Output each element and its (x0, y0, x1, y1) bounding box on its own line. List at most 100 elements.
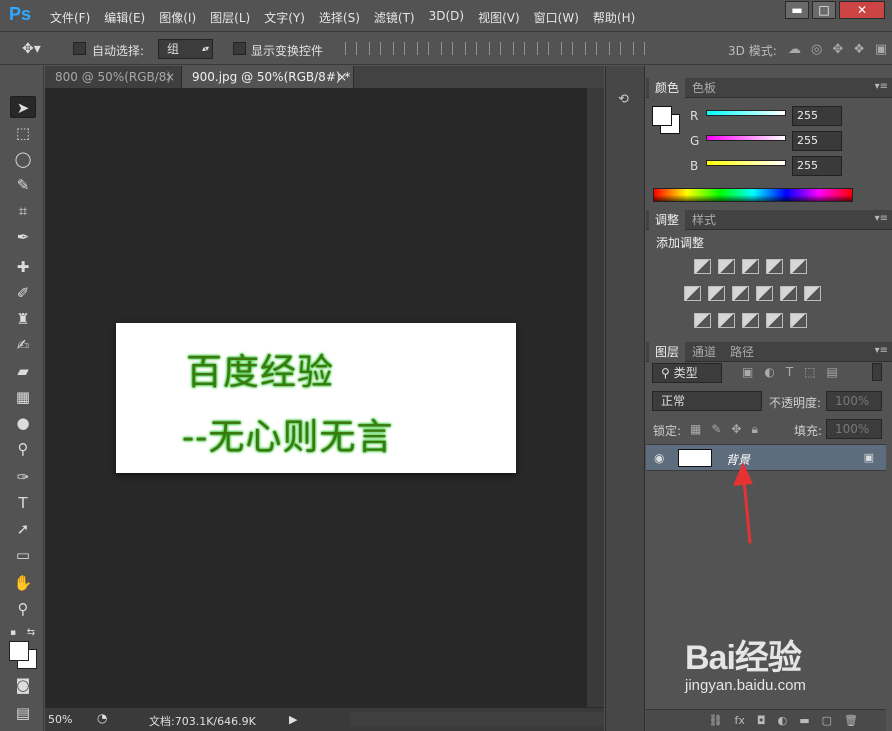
hue-saturation-icon[interactable] (684, 286, 701, 301)
gradient-tool-icon[interactable]: ▦ (10, 386, 36, 408)
menu-select[interactable]: 选择(S) (319, 9, 360, 26)
panel-menu-icon[interactable]: ▾≡ (875, 81, 888, 92)
healing-brush-tool-icon[interactable]: ✚ (10, 256, 36, 278)
g-value[interactable]: 255 (792, 131, 842, 151)
black-white-icon[interactable] (732, 286, 749, 301)
new-adjustment-icon[interactable]: ◐ (778, 714, 788, 727)
align-bottom-icon[interactable] (393, 42, 405, 55)
foreground-color-swatch[interactable] (9, 641, 29, 661)
channel-mixer-icon[interactable] (780, 286, 797, 301)
tab-color[interactable]: 颜色 (649, 78, 686, 98)
path-select-tool-icon[interactable]: ➚ (10, 518, 36, 540)
menu-layer[interactable]: 图层(L) (210, 9, 250, 26)
panel-menu-icon[interactable]: ▾≡ (875, 345, 888, 356)
align-top-icon[interactable] (345, 42, 357, 55)
blur-tool-icon[interactable]: ● (10, 412, 36, 434)
clone-stamp-tool-icon[interactable]: ♜ (10, 308, 36, 330)
quick-mask-icon[interactable]: ◙ (10, 674, 36, 696)
g-slider[interactable] (706, 135, 786, 141)
status-menu-arrow-icon[interactable]: ▶ (289, 713, 297, 726)
rectangle-tool-icon[interactable]: ▭ (10, 544, 36, 566)
filter-adjustment-icon[interactable]: ◐ (764, 365, 774, 379)
filter-type-icon[interactable]: T (786, 365, 793, 379)
align-left-icon[interactable] (417, 42, 429, 55)
brightness-icon[interactable] (694, 259, 711, 274)
link-layers-icon[interactable]: ⛓ (709, 714, 723, 727)
tab-adjustments[interactable]: 调整 (649, 210, 686, 230)
menu-filter[interactable]: 滤镜(T) (374, 9, 415, 26)
close-window-button[interactable]: ✕ (839, 1, 885, 19)
layer-row-background[interactable]: ◉ 背景 ▣ (646, 444, 886, 471)
tab-paths[interactable]: 路径 (724, 342, 760, 362)
pen-tool-icon[interactable]: ✑ (10, 466, 36, 488)
vertical-scrollbar[interactable] (587, 88, 604, 707)
menu-edit[interactable]: 编辑(E) (104, 9, 145, 26)
zoom-level[interactable]: 50% (48, 713, 72, 726)
curves-icon[interactable] (742, 259, 759, 274)
tab-close-icon[interactable]: × (165, 66, 175, 88)
tab-900[interactable]: 900.jpg @ 50%(RGB/8#) * × (182, 66, 354, 88)
3d-pan-icon[interactable]: ✥ (832, 42, 843, 57)
minimize-button[interactable]: ▬ (785, 1, 809, 19)
posterize-icon[interactable] (718, 313, 735, 328)
hand-tool-icon[interactable]: ✋ (10, 572, 36, 594)
crop-tool-icon[interactable]: ⌗ (10, 200, 36, 222)
distribute-bottom-icon[interactable] (537, 42, 549, 55)
invert-icon[interactable] (694, 313, 711, 328)
fill-input[interactable]: 100% (826, 419, 882, 439)
auto-select-checkbox[interactable] (73, 42, 86, 55)
photo-filter-icon[interactable] (756, 286, 773, 301)
filter-pixel-icon[interactable]: ▣ (742, 365, 753, 379)
lock-pixels-icon[interactable]: ✎ (711, 422, 721, 437)
color-fg-swatch[interactable] (652, 106, 672, 126)
delete-layer-icon[interactable]: 🗑︎ (844, 714, 858, 727)
3d-slide-icon[interactable]: ❖ (853, 42, 865, 57)
menu-type[interactable]: 文字(Y) (264, 9, 305, 26)
lasso-tool-icon[interactable]: ◯ (10, 148, 36, 170)
menu-file[interactable]: 文件(F) (50, 9, 90, 26)
menu-3d[interactable]: 3D(D) (429, 9, 464, 26)
document-canvas[interactable]: 百度经验 --无心则无言 (116, 323, 516, 473)
levels-icon[interactable] (718, 259, 735, 274)
distribute-top-icon[interactable] (489, 42, 501, 55)
threshold-icon[interactable] (742, 313, 759, 328)
distribute-hcenter-icon[interactable] (585, 42, 597, 55)
zoom-tool-icon[interactable]: ⚲ (10, 598, 36, 620)
b-value[interactable]: 255 (792, 156, 842, 176)
menu-window[interactable]: 窗口(W) (534, 9, 579, 26)
gradient-map-icon[interactable] (790, 313, 807, 328)
color-balance-icon[interactable] (708, 286, 725, 301)
menu-image[interactable]: 图像(I) (159, 9, 196, 26)
move-tool-preset-icon[interactable]: ✥▾ (22, 41, 41, 57)
quick-select-tool-icon[interactable]: ✎ (10, 174, 36, 196)
color-lookup-icon[interactable] (804, 286, 821, 301)
visibility-eye-icon[interactable]: ◉ (654, 451, 664, 465)
maximize-button[interactable]: □ (812, 1, 836, 19)
tab-close-icon[interactable]: × (337, 66, 347, 88)
layer-filter-dropdown[interactable]: ⚲ 类型 (652, 363, 722, 383)
screen-mode-icon[interactable]: ▤ (10, 702, 36, 724)
align-hcenter-icon[interactable] (441, 42, 453, 55)
r-value[interactable]: 255 (792, 106, 842, 126)
new-group-icon[interactable]: ▬ (799, 714, 809, 727)
vibrance-icon[interactable] (790, 259, 807, 274)
marquee-tool-icon[interactable]: ⬚ (10, 122, 36, 144)
dodge-tool-icon[interactable]: ⚲ (10, 438, 36, 460)
tab-styles[interactable]: 样式 (686, 210, 722, 230)
b-slider[interactable] (706, 160, 786, 166)
show-transform-checkbox[interactable] (233, 42, 246, 55)
tab-layers[interactable]: 图层 (649, 342, 686, 362)
opacity-input[interactable]: 100% (826, 391, 882, 411)
distribute-right-icon[interactable] (609, 42, 621, 55)
menu-help[interactable]: 帮助(H) (593, 9, 635, 26)
lock-transparent-icon[interactable]: ▦ (690, 422, 701, 437)
type-tool-icon[interactable]: T (10, 492, 36, 514)
selective-color-icon[interactable] (766, 313, 783, 328)
layer-style-icon[interactable]: fx (735, 714, 745, 727)
lock-all-icon[interactable]: 🔒︎ (751, 422, 757, 437)
distribute-vcenter-icon[interactable] (513, 42, 525, 55)
status-info-icon[interactable]: ◔ (97, 711, 107, 725)
3d-scale-icon[interactable]: ▣ (875, 42, 887, 57)
align-vcenter-icon[interactable] (369, 42, 381, 55)
tab-swatches[interactable]: 色板 (686, 78, 722, 98)
